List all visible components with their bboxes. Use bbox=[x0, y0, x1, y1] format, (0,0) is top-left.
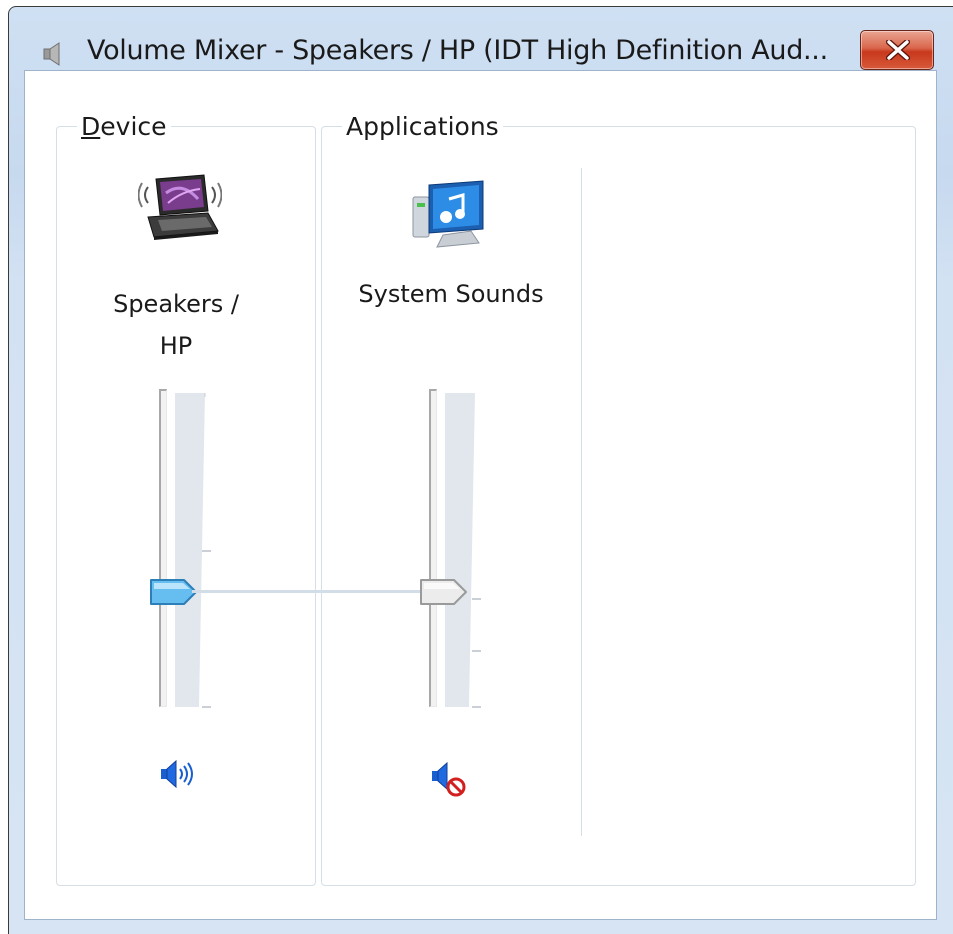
device-volume-slider[interactable] bbox=[145, 381, 225, 711]
system-sounds-monitor-icon[interactable] bbox=[409, 177, 489, 253]
volume-mixer-window: Volume Mixer - Speakers / HP (IDT High D… bbox=[0, 0, 953, 934]
system-sounds-slider-thumb[interactable] bbox=[418, 577, 470, 607]
device-slider-track bbox=[159, 389, 167, 707]
device-mute-button[interactable] bbox=[158, 757, 198, 793]
window-title: Volume Mixer - Speakers / HP (IDT High D… bbox=[87, 35, 828, 66]
system-sounds-volume-slider[interactable] bbox=[415, 381, 495, 711]
close-button[interactable] bbox=[860, 30, 934, 70]
laptop-speakers-icon[interactable] bbox=[137, 173, 223, 245]
speaker-muted-icon bbox=[432, 761, 466, 797]
speaker-icon bbox=[43, 41, 65, 67]
system-sounds-mute-button[interactable] bbox=[429, 759, 469, 797]
device-group-label: Device bbox=[77, 113, 171, 141]
title-bar[interactable]: Volume Mixer - Speakers / HP (IDT High D… bbox=[9, 7, 953, 77]
mixer-client-area: Device Speakers / HP Applications System… bbox=[24, 70, 937, 920]
applications-group-label: Applications bbox=[342, 113, 503, 141]
system-sounds-slider-track bbox=[429, 389, 437, 707]
device-name: Speakers / HP bbox=[113, 290, 239, 360]
device-volume-wedge bbox=[175, 393, 211, 708]
close-icon bbox=[886, 40, 910, 60]
system-sounds-volume-wedge bbox=[445, 393, 481, 708]
app-name-system-sounds: System Sounds bbox=[358, 280, 544, 308]
speaker-on-icon bbox=[161, 759, 193, 789]
applications-separator bbox=[581, 168, 582, 836]
